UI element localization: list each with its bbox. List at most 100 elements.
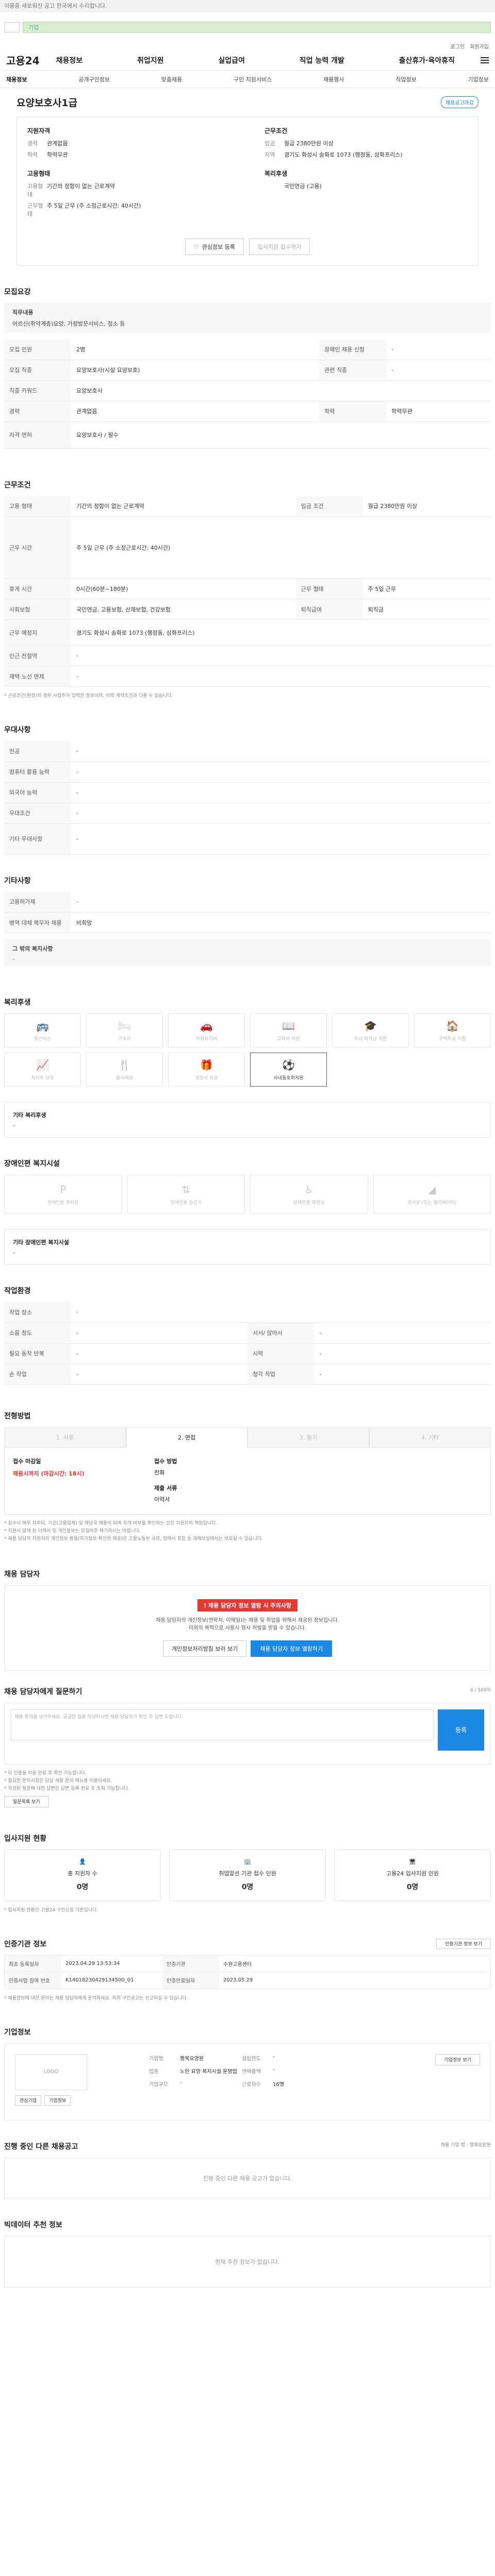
disability-item: ⇅ 장애인용 승강기 [127,1175,245,1214]
table-key: 인증사업 참여 번호 [5,1972,61,1989]
view-contact-button[interactable]: 채용 담당자 정보 열람하기 [251,1640,333,1657]
inquiry-textarea[interactable]: 채용 문의를 남겨주세요. 궁금한 점을 작성하시면 채용 담당자가 확인 후 … [11,1709,434,1740]
table-value: 2명 [71,339,320,360]
contact-line: 채용 담당자의 개인정보(연락처, 이메일)는 채용 및 취업을 위해서 제공된… [156,1617,339,1623]
table-key: 모집 직종 [4,360,71,381]
note-line: * 지원시 알게 된 이력서 및 개인정보는 모집이후 폐기하시는 바랍니다. [4,1528,141,1534]
job-title-row: 요양보호사1급 채용공고마감 [0,88,495,112]
privacy-button[interactable]: 개인정보처리방침 보러 보기 [162,1640,247,1657]
deadline-value: 채용시까지 (마감시간: 18시) [13,1470,85,1477]
row-value: 관계없음 [47,140,68,147]
section-title: 복리후생 [4,998,31,1007]
table-value: 월급 2380만원 이상 [362,496,491,517]
table-row: 소음 정도 - 서서/ 앉아서 - [4,1323,491,1344]
row-value: 학력무관 [47,151,68,158]
table-row: 작업 장소 - [4,1302,491,1323]
header: 기업 [0,12,495,42]
summary-right: 근무조건 임금 월급 2380만원 이상 지역 경기도 화성시 송화로 1073 (… [265,126,471,193]
count-label: 총 지원자 수 [68,1870,97,1877]
summary-row: 고용형태 기간의 정함이 없는 근로계약 [27,182,234,198]
job-desc-box: 직무내용 어르신(취약계층)요양, 가정방문서비스, 청소 등 [4,303,491,333]
menu-icon[interactable] [481,57,489,63]
table-key: 손 작업 [4,1364,71,1385]
table-row: 인근 전철역 - [4,645,491,666]
favorite-company-button[interactable]: 관심기업 [15,2095,42,2106]
subnav-item[interactable]: 공개구인정보 [78,75,110,83]
util-links: 로그인 회원가입 [0,42,495,50]
welfare-item: 🍴 중식제공 [86,1053,163,1087]
cert-info-button[interactable]: 인증기관 정보 보기 [436,1938,491,1949]
table-key: 필요 동작 반복 [4,1343,71,1364]
company-detail-button[interactable]: 기업정보 보기 [435,2054,480,2065]
section-title: 채용 담당자 [4,1570,40,1579]
footer-spacer [0,2287,495,2308]
inquiry-submit-button[interactable]: 등록 [438,1709,484,1751]
monitor-icon: 🖥 [409,1858,416,1865]
welfare-label: 중식제공 [116,1075,134,1081]
company-info-button[interactable]: 기업정보 [44,2095,71,2106]
subnav-item[interactable]: 채용정보 [6,75,27,83]
apply-button[interactable]: 입사지원 접수하기 [249,239,310,255]
section-title: 우대사항 [4,726,31,734]
subnav-item[interactable]: 기업정보 [468,75,489,83]
question-list-button[interactable]: 질문목록 보기 [4,1795,49,1807]
table-key: 휴게 시간 [4,578,71,599]
job-title: 요양보호사1급 [16,97,78,109]
note-line: * 작성된 질문에 대한 답변은 답변 등록 완료 후 조회 가능합니다. [4,1786,129,1791]
welfare-other-value: - [13,1122,15,1129]
table-key: 경력 [4,401,71,422]
subnav-item[interactable]: 직업정보 [395,75,416,83]
row-key: 근무형태 [27,202,43,217]
table-row: 휴게 시간 0시간(60분~180분) 근무 형태 주 5일 근무 [4,578,491,599]
company-actions: 관심기업 기업정보 [15,2095,71,2106]
table-key: 외국어 능력 [4,782,71,803]
deadline-label: 접수 마감일 [13,1458,41,1465]
table-value: - [71,823,491,855]
welfare-label: 통근버스 [34,1036,52,1042]
global-nav: 고용24 채용정보 취업지원 실업급여 직업 능력 개발 출산휴가·육아휴직 [0,50,495,71]
signup-link[interactable]: 회원가입 [470,42,489,50]
note-line: * 중요한 문의사항은 담당 채용 문의 메뉴를 이용하세요. [4,1778,112,1784]
gnb-item[interactable]: 채용정보 [56,55,83,65]
summary-left: 지원자격 경력 관계없음 학력 학력무관 고용형태 고용형태 기간의 정함이 없는 근… [27,126,234,221]
table-row: 직종 키워드 요양보호사 [4,380,491,401]
selection-tab[interactable]: 4. 기타 [369,1427,491,1448]
gnb-item[interactable]: 실업급여 [218,55,245,65]
logo[interactable] [4,22,20,32]
save-interest-button[interactable]: ♡ 관심정보 등록 [185,239,244,255]
row-key: 지역 [265,151,275,158]
table-row: 사회보험 국민연금, 고용보험, 산재보험, 건강보험 퇴직급여 퇴직금 [4,599,491,620]
gnb-item[interactable]: 취업지원 [137,55,164,65]
table-key: 작업 장소 [4,1302,71,1323]
search-input[interactable]: 기업 [23,22,491,33]
table-row: 근무 시간 주 5일 근무 (주 소정근로시간: 40시간) [4,516,491,579]
table-key: 임금 조건 [295,496,363,517]
summary-row: 국민연금 (고용) [265,182,471,190]
table-row: 병역 대체 복무자 채용 비희망 [4,912,491,933]
table-value: - [71,666,491,687]
gnb-item[interactable]: 출산휴가·육아휴직 [399,55,455,65]
table-value: - [71,891,491,912]
summary-row: 경력 관계없음 [27,139,234,147]
summary-heading: 지원자격 [27,127,51,134]
etc-sub-box: 그 밖의 복지사항 - [4,939,491,966]
subnav-item[interactable]: 채용행사 [323,75,344,83]
selection-tab[interactable]: 3. 필기 [248,1427,369,1448]
brand-logo[interactable]: 고용24 [6,53,40,67]
house-icon: 🏠 [446,1019,459,1032]
section-title: 근무조건 [4,481,31,489]
login-link[interactable]: 로그인 [451,42,465,50]
disability-grid: P 장애인용 주차장 ⇅ 장애인용 승강기 ♿ 장애인용 화장실 ◢ 경사로 (또는 엘… [0,1175,495,1214]
subnav-item[interactable]: 맞춤채용 [161,75,182,83]
table-key: 근무 예정지 [4,619,71,646]
welfare-item: 🛏 기숙사 [86,1013,163,1047]
table-value: - [315,1364,491,1385]
summary-heading: 근무조건 [265,127,288,134]
subnav-item[interactable]: 구인 지원서비스 [234,75,272,83]
selection-tab-active[interactable]: 2. 면접 [126,1427,248,1448]
table-key: 관련 직종 [319,360,387,381]
gnb-item[interactable]: 직업 능력 개발 [300,55,344,65]
field-value: - [273,2066,275,2073]
table-value: 요양보호사 [71,380,491,401]
selection-tab[interactable]: 1. 서류 [4,1427,126,1448]
